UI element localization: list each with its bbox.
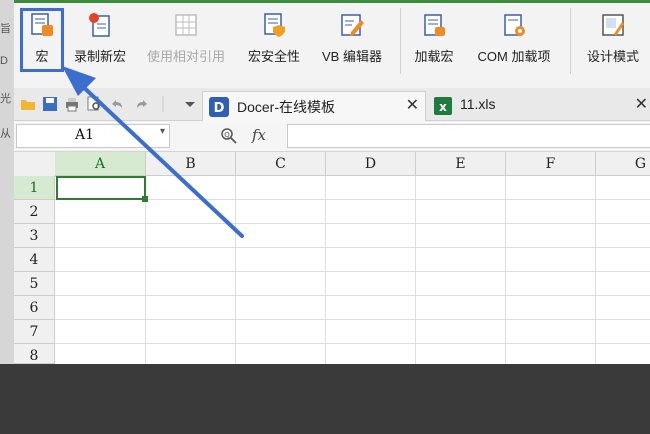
row-header-6[interactable]: 6 bbox=[14, 296, 55, 320]
undo-icon[interactable] bbox=[109, 96, 125, 112]
macro-security-button[interactable]: 宏安全性 bbox=[242, 6, 306, 72]
vb-editor-icon bbox=[341, 14, 364, 36]
select-all-corner[interactable] bbox=[14, 152, 56, 177]
com-addins-label: COM 加载项 bbox=[477, 49, 551, 64]
design-mode-button[interactable]: 设计模式 bbox=[580, 6, 646, 72]
macro-security-label: 宏安全性 bbox=[247, 49, 300, 64]
row-header-1[interactable]: 1 bbox=[14, 176, 55, 200]
grid-line bbox=[415, 176, 416, 364]
relative-reference-icon bbox=[175, 14, 197, 36]
com-addins-icon bbox=[504, 14, 525, 36]
relative-reference-label: 使用相对引用 bbox=[146, 49, 225, 64]
open-folder-icon[interactable] bbox=[20, 96, 36, 112]
grid-line bbox=[55, 223, 650, 224]
ribbon-separator bbox=[400, 8, 401, 74]
row-header-3[interactable]: 3 bbox=[14, 224, 55, 248]
formula-input[interactable] bbox=[287, 124, 650, 148]
macro-security-icon bbox=[264, 13, 285, 37]
column-header-c[interactable]: C bbox=[236, 152, 326, 176]
ribbon-accent-line bbox=[14, 0, 650, 3]
grid-line bbox=[325, 176, 326, 364]
background-window-edge: 旨 D 光 从 bbox=[0, 0, 14, 364]
grid-line bbox=[505, 176, 506, 364]
developer-ribbon: 宏 录制新宏 使用相对引用 宏安全性 VB 编辑器 加载宏 COM 加载项 设计… bbox=[14, 0, 650, 89]
relative-reference-button[interactable]: 使用相对引用 bbox=[140, 6, 232, 72]
grid-line bbox=[235, 176, 236, 364]
spreadsheet-app-window: 宏 录制新宏 使用相对引用 宏安全性 VB 编辑器 加载宏 COM 加载项 设计… bbox=[14, 0, 650, 364]
svg-text:x: x bbox=[439, 100, 447, 114]
addins-icon bbox=[424, 14, 445, 36]
excel-file-icon: x bbox=[434, 97, 452, 115]
grid-line bbox=[145, 176, 146, 364]
svg-text:D: D bbox=[214, 101, 225, 116]
ribbon-separator bbox=[570, 8, 571, 74]
zoom-search-icon[interactable]: Q bbox=[220, 127, 238, 145]
row-header-5[interactable]: 5 bbox=[14, 272, 55, 296]
design-mode-icon bbox=[602, 14, 624, 36]
docer-icon: D bbox=[209, 97, 229, 117]
tab-11-xls-label: 11.xls bbox=[460, 96, 496, 112]
worksheet-grid: A B C D E F G 1 2 3 4 5 6 7 8 bbox=[14, 152, 650, 364]
tab-docer[interactable]: D Docer-在线模板 ✕ bbox=[202, 91, 426, 121]
fill-handle[interactable] bbox=[142, 196, 148, 202]
tab-docer-label: Docer-在线模板 bbox=[237, 99, 336, 115]
quick-access-dropdown-icon[interactable] bbox=[182, 96, 198, 112]
chevron-down-icon[interactable]: ▾ bbox=[160, 126, 165, 137]
grid-line bbox=[55, 247, 650, 248]
grid-line bbox=[55, 271, 650, 272]
redo-icon[interactable] bbox=[134, 96, 150, 112]
svg-text:Q: Q bbox=[224, 131, 230, 139]
selected-cell-a1[interactable] bbox=[56, 176, 148, 202]
tab-11-xls[interactable]: x 11.xls ✕ bbox=[430, 91, 650, 120]
column-header-g[interactable]: G bbox=[596, 152, 650, 176]
tab-bar: D Docer-在线模板 ✕ x 11.xls ✕ bbox=[14, 88, 650, 121]
name-box-value: A1 bbox=[75, 127, 95, 143]
insert-function-button[interactable]: fx bbox=[252, 126, 266, 144]
design-mode-label: 设计模式 bbox=[586, 49, 639, 64]
toolbar-separator bbox=[162, 96, 164, 112]
close-icon[interactable]: ✕ bbox=[635, 94, 648, 114]
row-header-2[interactable]: 2 bbox=[14, 200, 55, 224]
record-macro-icon bbox=[89, 13, 110, 37]
row-header-8[interactable]: 8 bbox=[14, 344, 55, 364]
column-header-a[interactable]: A bbox=[55, 152, 146, 176]
print-icon[interactable] bbox=[64, 96, 80, 112]
save-icon[interactable] bbox=[42, 96, 58, 112]
record-macro-button[interactable]: 录制新宏 bbox=[68, 6, 132, 72]
name-box[interactable]: A1 ▾ bbox=[16, 124, 170, 148]
macro-highlight-box bbox=[20, 8, 64, 72]
row-header-4[interactable]: 4 bbox=[14, 248, 55, 272]
addins-label: 加载宏 bbox=[414, 49, 454, 64]
column-header-f[interactable]: F bbox=[506, 152, 596, 176]
row-header-7[interactable]: 7 bbox=[14, 320, 55, 344]
vb-editor-label: VB 编辑器 bbox=[322, 49, 382, 64]
grid-line bbox=[595, 176, 596, 364]
grid-line bbox=[55, 319, 650, 320]
addins-button[interactable]: 加载宏 bbox=[409, 6, 459, 72]
formula-bar: A1 ▾ Q fx bbox=[14, 121, 650, 152]
print-preview-icon[interactable] bbox=[86, 96, 102, 112]
column-header-d[interactable]: D bbox=[326, 152, 416, 176]
grid-line bbox=[55, 295, 650, 296]
column-header-e[interactable]: E bbox=[416, 152, 506, 176]
close-icon[interactable]: ✕ bbox=[406, 95, 419, 115]
com-addins-button[interactable]: COM 加载项 bbox=[467, 6, 561, 72]
record-macro-label: 录制新宏 bbox=[73, 49, 126, 64]
column-header-b[interactable]: B bbox=[146, 152, 236, 176]
grid-line bbox=[55, 343, 650, 344]
vb-editor-button[interactable]: VB 编辑器 bbox=[314, 6, 390, 72]
